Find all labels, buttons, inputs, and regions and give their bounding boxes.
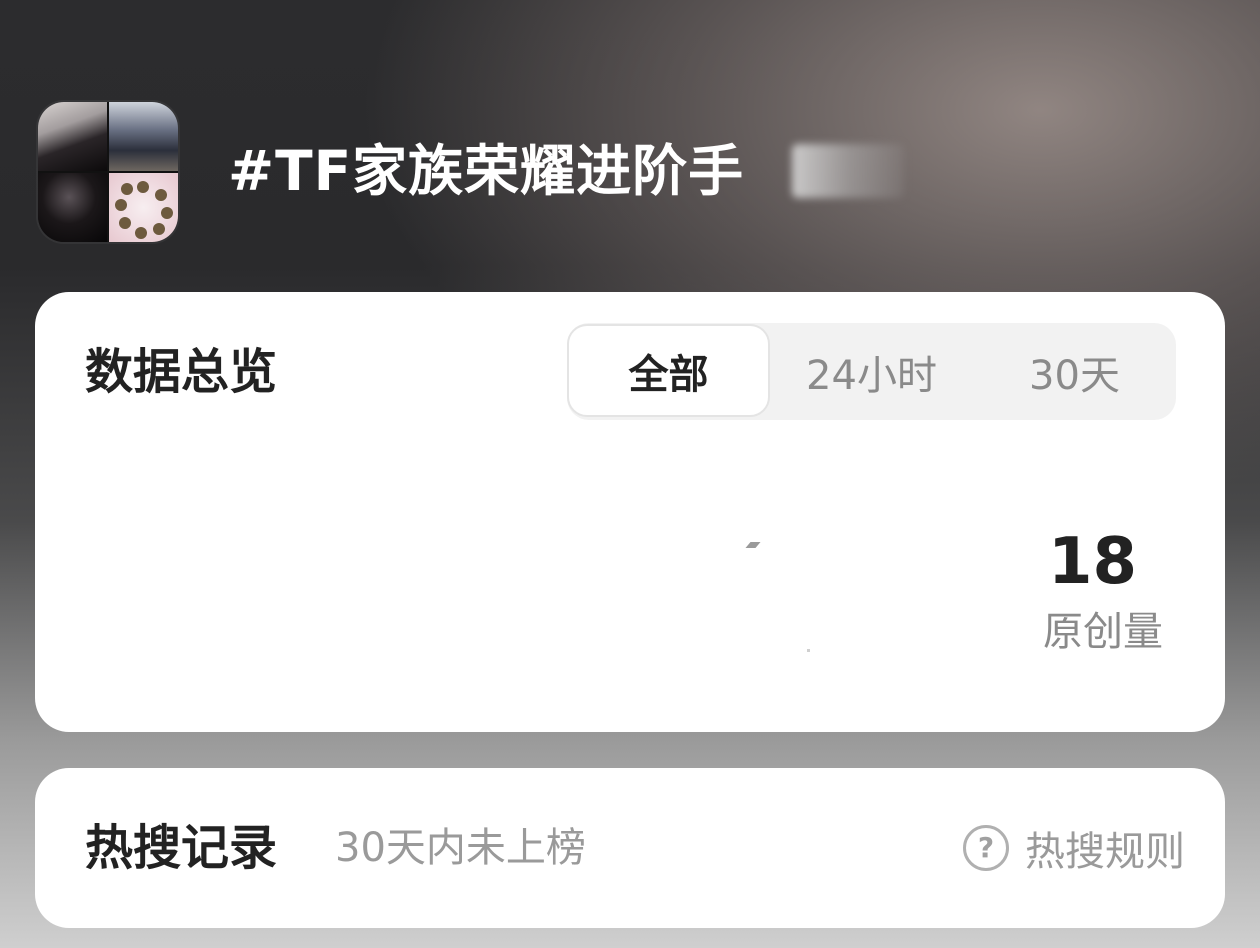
- hot-search-rules-link[interactable]: ? 热搜规则: [963, 820, 1185, 876]
- original-count-label: 原创量: [1043, 609, 1163, 655]
- cover-decoration: [121, 183, 133, 195]
- cover-decoration: [119, 217, 131, 229]
- cover-decoration: [137, 181, 149, 193]
- original-count-value: 18: [1047, 525, 1137, 599]
- cover-photo-4: [109, 173, 178, 242]
- title-blurred-text: [792, 144, 904, 198]
- hot-search-card: 热搜记录 30天内未上榜 ? 热搜规则: [35, 768, 1225, 928]
- tab-24-hours[interactable]: 24小时: [770, 323, 973, 420]
- tab-30-days[interactable]: 30天: [973, 323, 1176, 420]
- cover-decoration: [153, 223, 165, 235]
- hot-search-status: 30天内未上榜: [335, 825, 586, 871]
- cover-decoration: [161, 207, 173, 219]
- cover-decoration: [155, 189, 167, 201]
- question-mark-icon: ?: [963, 825, 1009, 871]
- render-artifact: [807, 649, 810, 652]
- overview-card: 数据总览 全部 24小时 30天 18 原创量: [35, 292, 1225, 732]
- cover-decoration: [135, 227, 147, 239]
- topic-title: #TF家族荣耀进阶手: [228, 139, 745, 203]
- overview-title: 数据总览: [85, 344, 278, 400]
- tab-all[interactable]: 全部: [567, 324, 770, 417]
- render-artifact: [745, 542, 761, 548]
- cover-photo-1: [38, 102, 107, 171]
- cover-photo-2: [109, 102, 178, 171]
- topic-cover-image[interactable]: [38, 102, 178, 242]
- time-range-tabs: 全部 24小时 30天: [567, 323, 1176, 420]
- hot-search-rules-label: 热搜规则: [1025, 829, 1185, 875]
- cover-decoration: [115, 199, 127, 211]
- cover-photo-3: [38, 173, 107, 242]
- hot-search-title: 热搜记录: [85, 820, 278, 876]
